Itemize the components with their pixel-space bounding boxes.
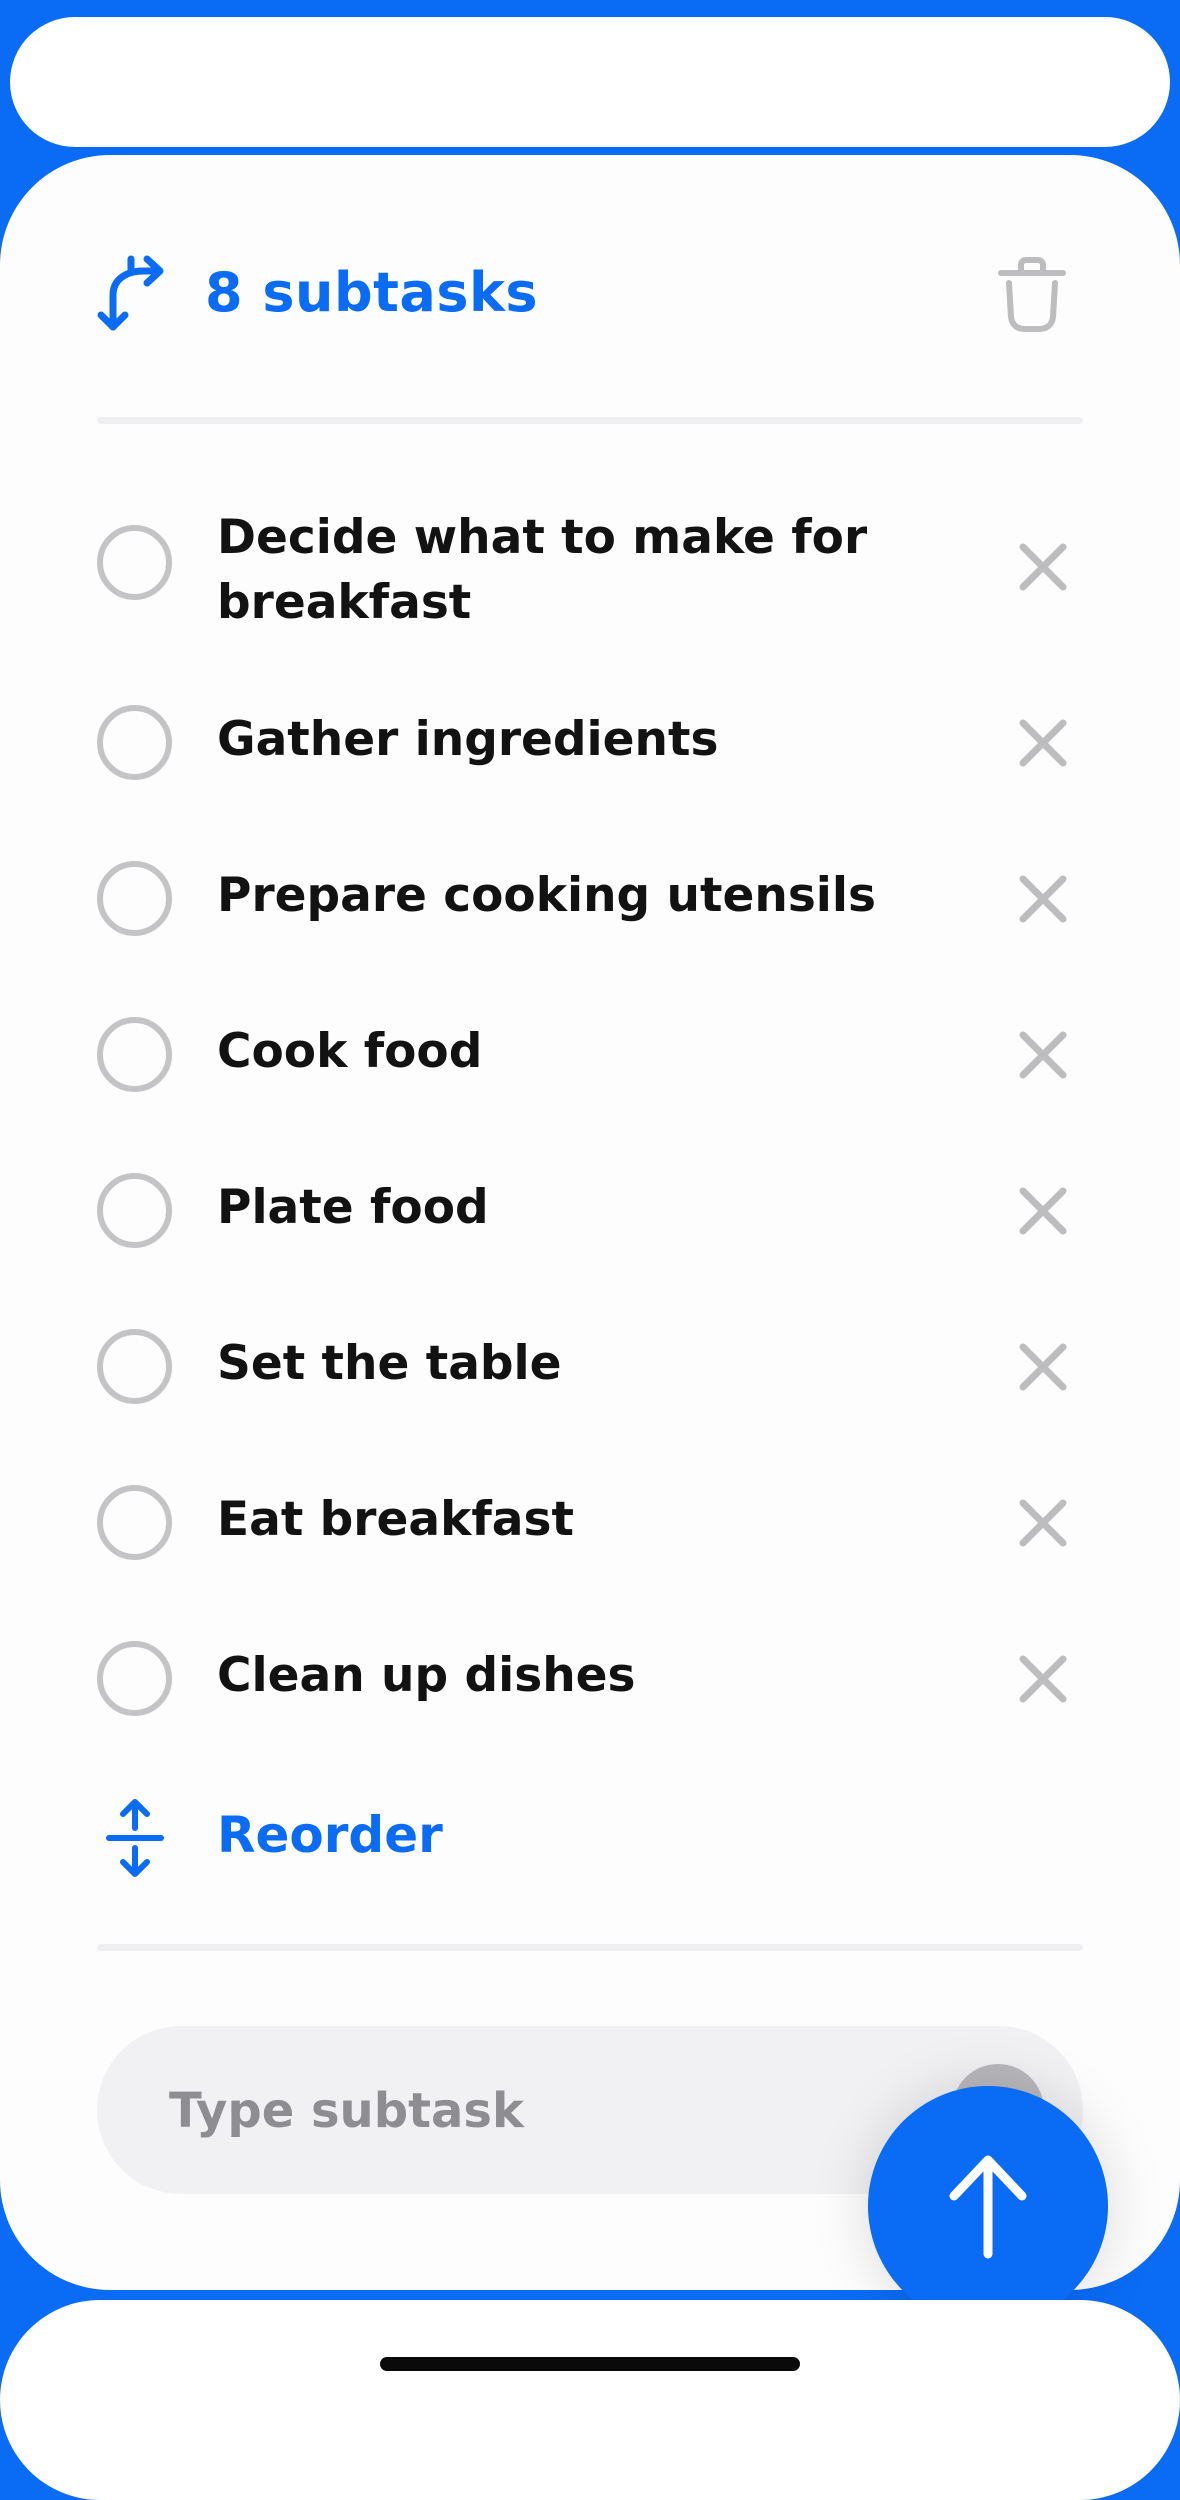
subtask-label[interactable]: Set the table [217,1331,997,1396]
remove-subtask-icon[interactable] [1017,1497,1069,1549]
trash-icon[interactable] [997,257,1067,333]
subtask-label[interactable]: Plate food [217,1175,997,1240]
subtasks-header: 8 subtasks [97,245,1067,345]
top-card [10,17,1170,147]
subtask-checkbox[interactable] [97,1641,172,1716]
subtask-label[interactable]: Clean up dishes [217,1643,997,1708]
remove-subtask-icon[interactable] [1017,1185,1069,1237]
send-subtask-button[interactable] [868,2086,1108,2326]
remove-subtask-icon[interactable] [1017,873,1069,925]
subtask-row: Cook food [97,1015,1083,1095]
subtask-label[interactable]: Cook food [217,1019,997,1084]
subtask-checkbox[interactable] [97,1329,172,1404]
remove-subtask-icon[interactable] [1017,1341,1069,1393]
subtask-row: Decide what to make for breakfast [97,505,1083,645]
header-divider [97,417,1083,424]
reorder-button[interactable]: Reorder [97,1792,497,1882]
subtask-checkbox[interactable] [97,1173,172,1248]
subtasks-count-title: 8 subtasks [205,261,539,324]
reorder-label: Reorder [217,1806,443,1864]
subtask-checkbox[interactable] [97,1485,172,1560]
bottom-card [0,2300,1180,2500]
subtask-checkbox[interactable] [97,1017,172,1092]
subtask-row: Gather ingredients [97,703,1083,783]
subtask-row: Clean up dishes [97,1639,1083,1719]
subtask-input[interactable] [167,2066,871,2156]
subtask-checkbox[interactable] [97,861,172,936]
subtask-row: Set the table [97,1327,1083,1407]
remove-subtask-icon[interactable] [1017,1029,1069,1081]
subtask-checkbox[interactable] [97,705,172,780]
remove-subtask-icon[interactable] [1017,1653,1069,1705]
remove-subtask-icon[interactable] [1017,717,1069,769]
subtask-label[interactable]: Gather ingredients [217,707,997,772]
subtask-branch-icon [97,255,164,331]
subtask-label[interactable]: Eat breakfast [217,1487,997,1552]
home-indicator[interactable] [380,2357,800,2371]
subtask-row: Prepare cooking utensils [97,859,1083,939]
subtask-row: Eat breakfast [97,1483,1083,1563]
footer-divider [97,1944,1083,1951]
remove-subtask-icon[interactable] [1017,541,1069,593]
subtask-row: Plate food [97,1171,1083,1251]
reorder-arrows-icon [106,1799,164,1877]
subtask-checkbox[interactable] [97,525,172,600]
subtask-label[interactable]: Decide what to make for breakfast [217,505,997,635]
subtask-label[interactable]: Prepare cooking utensils [217,863,997,928]
arrow-up-icon [949,2155,1027,2259]
